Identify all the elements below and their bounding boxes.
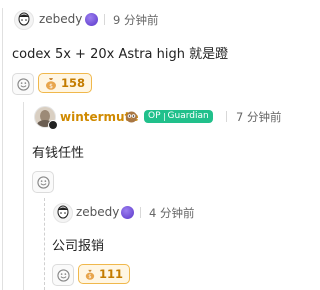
role-label: Guardian xyxy=(167,111,209,121)
comment-content: codex 5x + 20x Astra high 就是蹬 xyxy=(12,47,229,62)
add-reaction-button[interactable] xyxy=(12,73,34,95)
owl-icon xyxy=(126,111,137,123)
svg-text:$: $ xyxy=(49,82,53,89)
thread-line xyxy=(2,8,3,290)
divider xyxy=(226,111,227,122)
reaction-count: 158 xyxy=(60,76,85,90)
avatar-face-icon xyxy=(57,205,69,219)
reaction-count: 111 xyxy=(98,267,123,281)
smiley-icon xyxy=(36,175,50,189)
username[interactable]: zebedy xyxy=(39,12,82,26)
smiley-icon xyxy=(16,77,30,91)
purple-orb-icon xyxy=(85,13,98,26)
comment-content: 有钱任性 xyxy=(32,146,85,161)
comment-time: 7 分钟前 xyxy=(236,110,282,124)
nested-thread-line-2 xyxy=(44,198,45,290)
username[interactable]: zebedy xyxy=(76,205,119,219)
divider xyxy=(140,207,141,218)
badge-divider xyxy=(163,112,165,121)
add-reaction-button[interactable] xyxy=(32,171,54,193)
comment-content: 公司报销 xyxy=(52,239,105,254)
purple-orb-icon xyxy=(121,206,134,219)
reaction-button[interactable]: $ 158 xyxy=(38,73,92,93)
op-guardian-badge: OP Guardian xyxy=(144,110,213,123)
comment-time: 9 分钟前 xyxy=(113,13,159,27)
avatar-status-dot xyxy=(48,120,58,130)
avatar-face-icon xyxy=(18,12,30,26)
nested-thread-line xyxy=(23,102,24,290)
divider xyxy=(104,14,105,25)
money-bag-icon: $ xyxy=(85,269,95,280)
money-bag-icon: $ xyxy=(45,77,56,89)
svg-text:$: $ xyxy=(88,274,91,280)
comment-time: 4 分钟前 xyxy=(149,206,195,220)
avatar[interactable] xyxy=(14,10,34,30)
smiley-icon xyxy=(56,268,70,282)
op-label: OP xyxy=(148,111,161,121)
avatar[interactable] xyxy=(53,203,73,223)
add-reaction-button[interactable] xyxy=(52,264,74,286)
reaction-button[interactable]: $ 111 xyxy=(78,264,130,284)
